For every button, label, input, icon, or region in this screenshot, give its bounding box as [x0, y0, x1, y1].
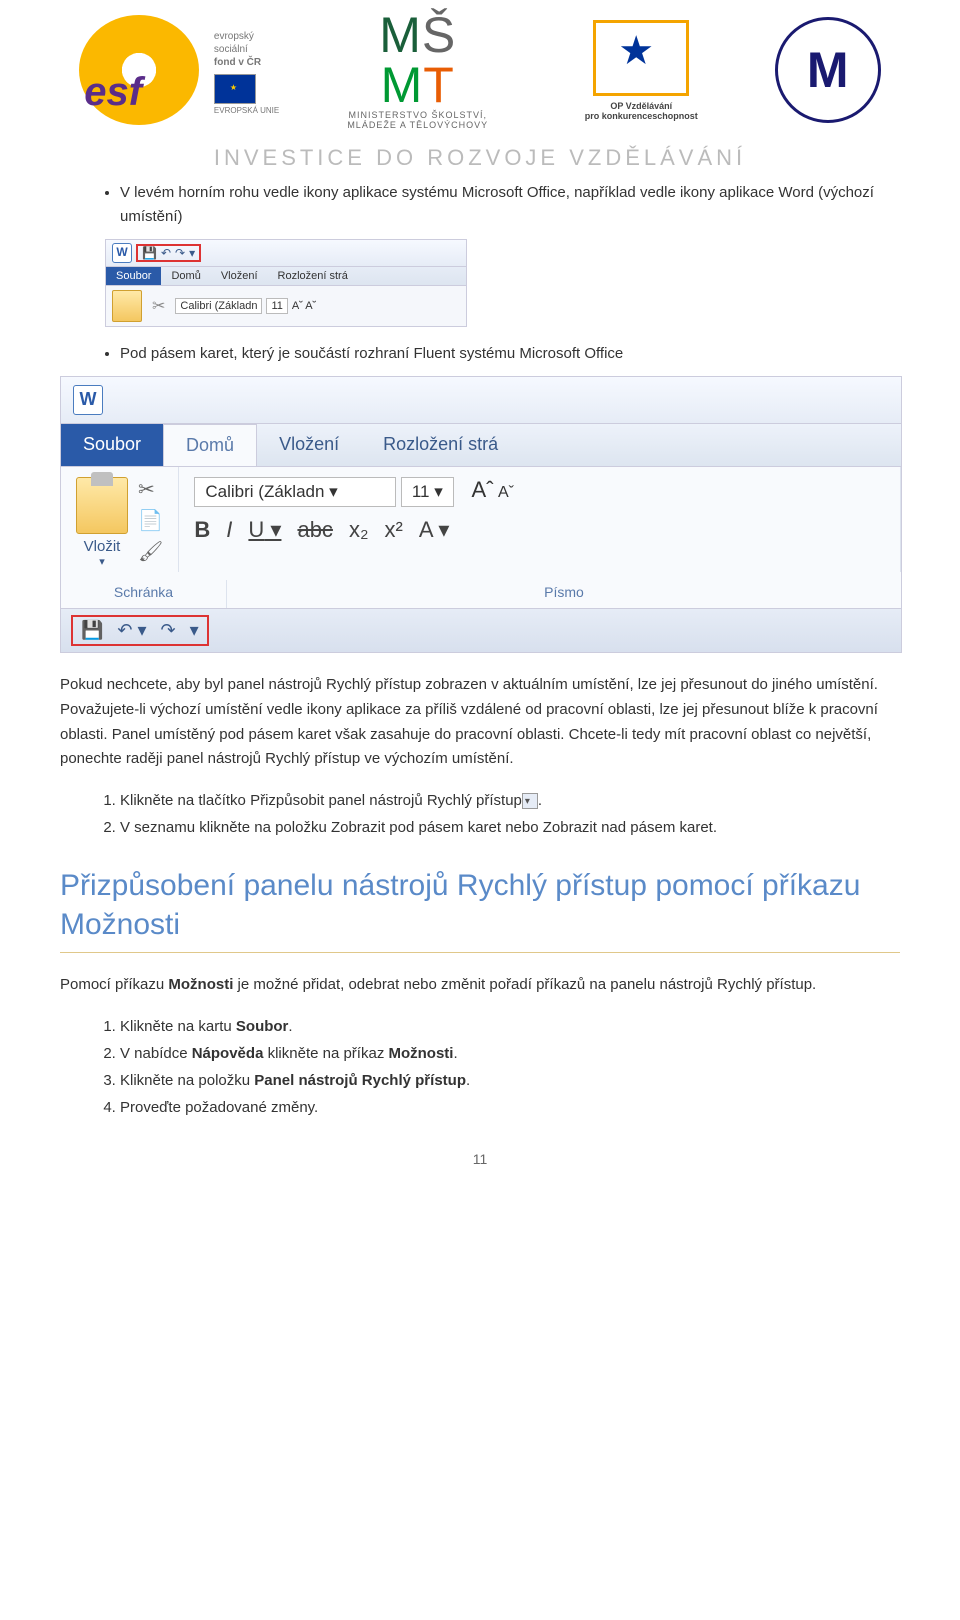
- copy-icon: 📄: [138, 508, 163, 533]
- word-icon-big: W: [73, 385, 103, 415]
- bullet-list-1: V levém horním rohu vedle ikony aplikace…: [60, 181, 900, 229]
- paragraph-2: Pomocí příkazu Možnosti je možné přidat,…: [60, 973, 900, 998]
- logo-msmt: MŠMT MINISTERSTVO ŠKOLSTVÍ, MLÁDEŽE A TĚ…: [328, 10, 508, 130]
- tab-insert-sm: Vložení: [211, 267, 268, 285]
- superscript-icon: x²: [384, 517, 402, 543]
- ol1-item1: Klikněte na tlačítko Přizpůsobit panel n…: [120, 787, 900, 814]
- page-number: 11: [60, 1151, 900, 1167]
- dropdown-icon-below: ▾: [190, 620, 199, 641]
- bold-icon: B: [194, 517, 210, 543]
- paste-icon: [76, 477, 128, 534]
- redo-icon-below: ↷: [161, 620, 176, 641]
- invest-heading: INVESTICE DO ROZVOJE VZDĚLÁVÁNÍ: [60, 145, 900, 171]
- bullet-1: V levém horním rohu vedle ikony aplikace…: [120, 181, 900, 229]
- eu-flag-icon: [214, 74, 256, 104]
- header-logos: esf evropský sociální fond v ČR EVROPSKÁ…: [60, 0, 900, 130]
- bullet-list-2: Pod pásem karet, který je součástí rozhr…: [60, 342, 900, 366]
- tab-insert: Vložení: [257, 424, 361, 466]
- dropdown-icon: ▾: [189, 246, 195, 260]
- ol2-item4: Proveďte požadované změny.: [120, 1094, 900, 1121]
- cut-icon-sm: ✂: [152, 296, 165, 316]
- section-heading: Přizpůsobení panelu nástrojů Rychlý přís…: [60, 866, 900, 944]
- underline-icon: U ▾: [248, 517, 281, 543]
- italic-icon: I: [226, 517, 232, 543]
- word-icon: W: [112, 243, 132, 263]
- tab-layout-sm: Rozložení strá: [268, 267, 358, 285]
- screenshot-ribbon-below: W Soubor Domů Vložení Rozložení strá Vlo…: [60, 376, 902, 653]
- ordered-list-1: Klikněte na tlačítko Přizpůsobit panel n…: [60, 787, 900, 841]
- font-size-dd: 11 ▾: [401, 477, 454, 507]
- undo-icon: ↶: [161, 246, 171, 260]
- logo-mu: M: [775, 17, 881, 123]
- qat-highlight: 💾 ↶ ↷ ▾: [136, 244, 201, 262]
- msmt-icon: MŠMT: [328, 10, 508, 110]
- paragraph-1: Pokud nechcete, aby byl panel nástrojů R…: [60, 673, 900, 772]
- shrink-font-icon: Aˇ: [498, 484, 514, 501]
- ol2-item2: V nabídce Nápověda klikněte na příkaz Mo…: [120, 1040, 900, 1067]
- qat-below-highlight: 💾 ↶ ▾ ↷ ▾: [71, 615, 209, 646]
- esf-label: esf: [84, 70, 142, 115]
- save-icon: 💾: [142, 246, 157, 260]
- font-dd-sm: Calibri (Základn: [175, 298, 262, 314]
- ol2-item3: Klikněte na položku Panel nástrojů Rychl…: [120, 1067, 900, 1094]
- customize-qat-icon: [522, 793, 538, 809]
- strike-icon: abc: [297, 517, 332, 543]
- section-divider: [60, 952, 900, 953]
- screenshot-ribbon-top: W 💾 ↶ ↷ ▾ Soubor Domů Vložení Rozložení …: [105, 239, 467, 327]
- logo-op: OP Vzdělávání pro konkurenceschopnost: [556, 20, 726, 121]
- group-clipboard: Schránka: [61, 580, 227, 608]
- paste-button: Vložit ▾: [76, 477, 128, 568]
- redo-icon: ↷: [175, 246, 185, 260]
- tab-layout: Rozložení strá: [361, 424, 520, 466]
- size-dd-sm: 11: [266, 298, 287, 314]
- changecase-icon: A ▾: [419, 517, 450, 543]
- ol2-item1: Klikněte na kartu Soubor.: [120, 1013, 900, 1040]
- ordered-list-2: Klikněte na kartu Soubor. V nabídce Nápo…: [60, 1013, 900, 1121]
- logo-esf: esf evropský sociální fond v ČR EVROPSKÁ…: [79, 15, 279, 125]
- group-font: Písmo: [227, 580, 901, 608]
- subscript-icon: x₂: [349, 517, 369, 543]
- undo-icon-below: ↶ ▾: [117, 620, 146, 641]
- brush-icon: 🖌: [138, 539, 163, 564]
- op-box-icon: [593, 20, 689, 96]
- esf-right-text: evropský sociální fond v ČR EVROPSKÁ UNI…: [214, 30, 279, 116]
- aa-sm: A˘ A˘: [292, 300, 316, 312]
- cut-icon: ✂: [138, 477, 163, 502]
- ol1-item2: V seznamu klikněte na položku Zobrazit p…: [120, 814, 900, 841]
- font-name-dd: Calibri (Základn ▾: [194, 477, 396, 507]
- paste-icon-sm: [112, 290, 142, 322]
- bullet-2: Pod pásem karet, který je součástí rozhr…: [120, 342, 900, 366]
- tab-home: Domů: [163, 424, 257, 466]
- tab-file-sm: Soubor: [106, 267, 161, 285]
- save-icon-below: 💾: [81, 620, 103, 641]
- tab-file: Soubor: [61, 424, 163, 466]
- tab-home-sm: Domů: [161, 267, 210, 285]
- grow-font-icon: Aˆ: [472, 477, 494, 502]
